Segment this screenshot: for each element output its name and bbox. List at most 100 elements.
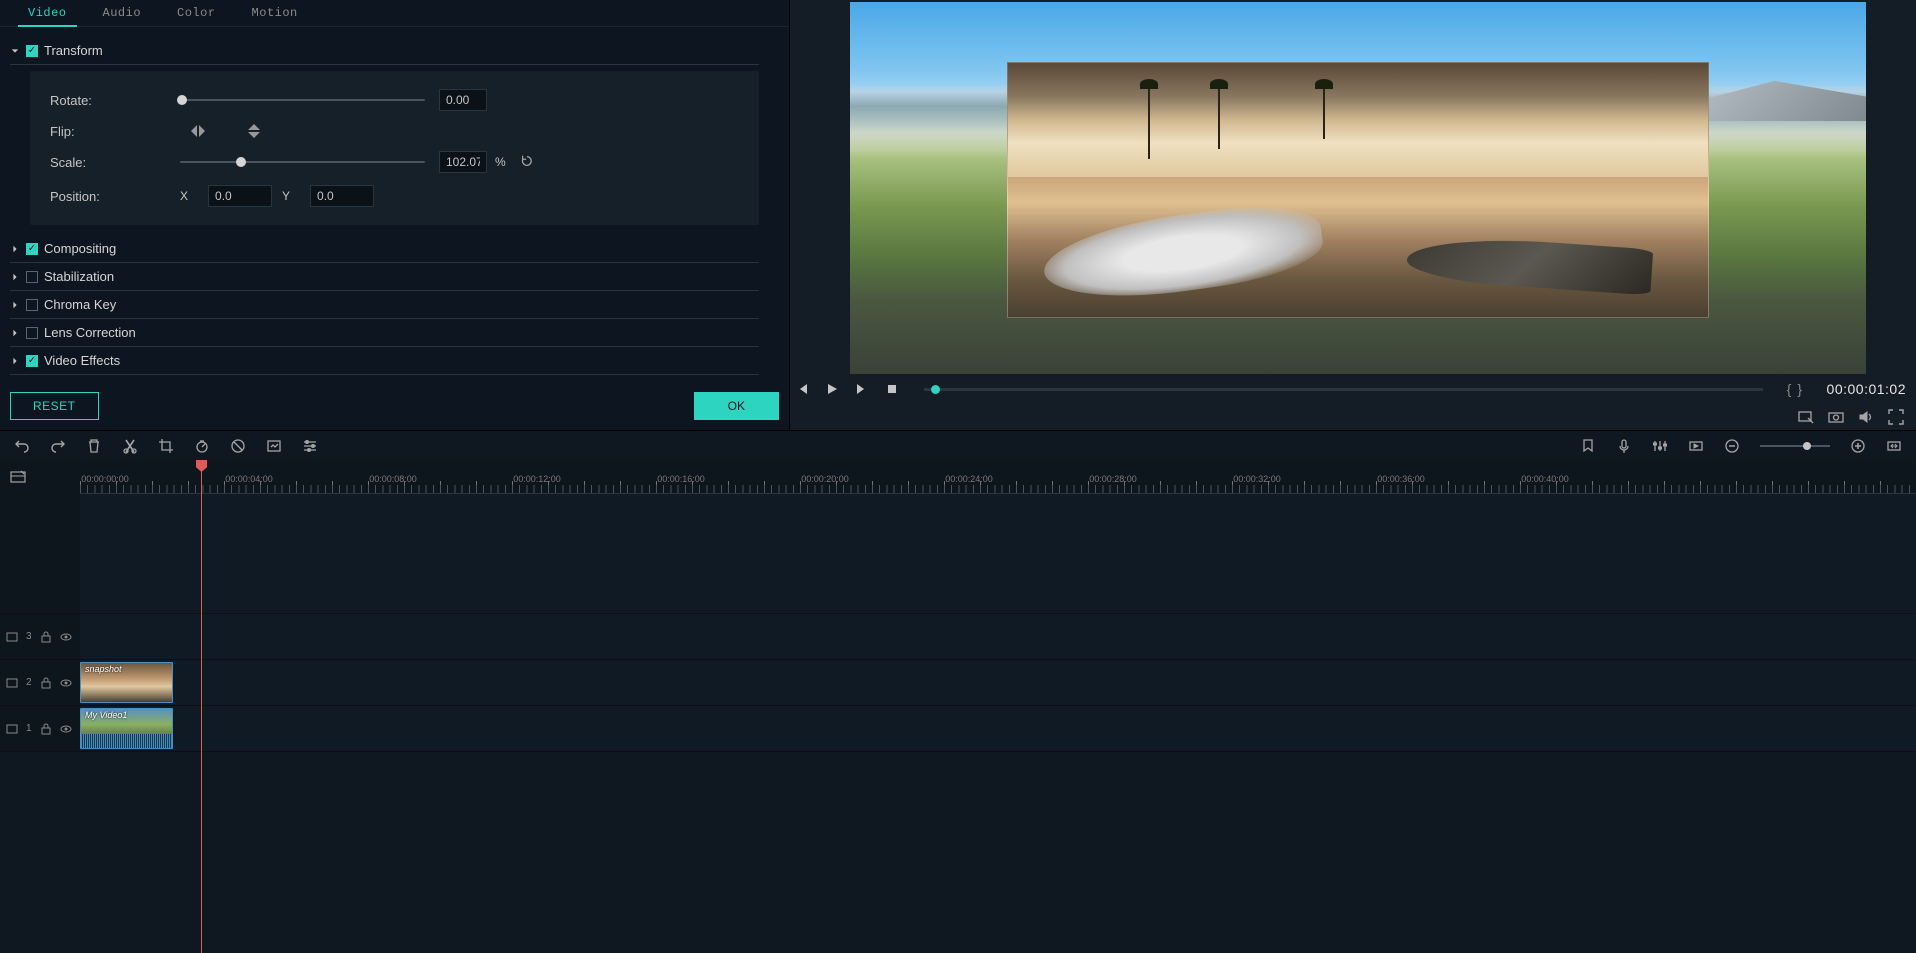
track-2-head: 2 [0,660,80,705]
record-voiceover-icon[interactable] [1616,438,1632,454]
eye-icon[interactable] [60,631,72,643]
crop-icon[interactable] [158,438,174,454]
display-settings-icon[interactable] [1798,409,1814,425]
flip-horizontal-icon[interactable] [190,123,206,139]
step-forward-icon[interactable] [854,381,870,397]
adjust-icon[interactable] [302,438,318,454]
timeline-toolbar [0,430,1916,460]
lock-icon[interactable] [40,723,52,735]
mark-out-icon[interactable]: } [1797,381,1802,397]
speed-icon[interactable] [194,438,210,454]
chevron-right-icon [10,272,20,282]
green-screen-icon[interactable] [266,438,282,454]
timeline: 00:00:00:0000:00:04:0000:00:08:0000:00:1… [0,460,1916,752]
section-stabilization-title: Stabilization [44,269,114,284]
checkbox-stabilization[interactable] [26,271,38,283]
eye-icon[interactable] [60,723,72,735]
checkbox-compositing[interactable] [26,243,38,255]
chevron-right-icon [10,300,20,310]
chevron-down-icon [10,46,20,56]
rotate-slider[interactable] [180,93,425,107]
marker-icon[interactable] [1580,438,1596,454]
step-back-icon[interactable] [794,381,810,397]
stop-icon[interactable] [884,381,900,397]
timeline-ruler[interactable]: 00:00:00:0000:00:04:0000:00:08:0000:00:1… [80,460,1916,494]
ruler-tick: 00:00:28:00 [1089,474,1137,484]
checkbox-transform[interactable] [26,45,38,57]
ok-button[interactable]: OK [694,392,779,420]
section-effects-title: Video Effects [44,353,120,368]
properties-tabs: Video Audio Color Motion [0,0,789,27]
tab-color[interactable]: Color [159,0,234,26]
lock-icon[interactable] [40,631,52,643]
section-effects-header[interactable]: Video Effects [10,347,759,375]
preview-canvas[interactable] [850,2,1866,374]
chevron-right-icon [10,244,20,254]
lock-icon[interactable] [40,677,52,689]
clip-myvideo1[interactable]: My Video1 [80,708,173,749]
section-stabilization-header[interactable]: Stabilization [10,263,759,291]
track-3-head: 3 [0,614,80,659]
rotate-input[interactable] [439,89,487,111]
undo-icon[interactable] [14,438,30,454]
play-icon[interactable] [824,381,840,397]
render-icon[interactable] [1688,438,1704,454]
video-track-icon [6,631,18,643]
track-area[interactable] [80,494,1916,613]
scale-input[interactable] [439,151,487,173]
transport-bar: { } 00:00:01:02 [790,374,1916,404]
scale-slider[interactable] [180,155,425,169]
zoom-fit-icon[interactable] [1886,438,1902,454]
chevron-right-icon [10,328,20,338]
ruler-tick: 00:00:24:00 [945,474,993,484]
clip-snapshot-label: snapshot [85,664,122,674]
ruler-tick: 00:00:08:00 [369,474,417,484]
checkbox-chroma[interactable] [26,299,38,311]
pos-y-input[interactable] [310,185,374,207]
section-transform-header[interactable]: Transform [10,37,759,65]
ruler-tick: 00:00:00:00 [81,474,129,484]
zoom-in-icon[interactable] [1850,438,1866,454]
redo-icon[interactable] [50,438,66,454]
preview-scrubber[interactable] [924,388,1763,391]
section-compositing-title: Compositing [44,241,116,256]
track-1-number: 1 [26,723,32,734]
rotate-label: Rotate: [50,93,180,108]
video-track-icon [6,677,18,689]
section-lens-header[interactable]: Lens Correction [10,319,759,347]
pos-x-input[interactable] [208,185,272,207]
snapshot-icon[interactable] [1828,409,1844,425]
fullscreen-icon[interactable] [1888,409,1904,425]
zoom-slider[interactable] [1760,445,1830,447]
reset-button[interactable]: RESET [10,392,99,420]
tab-video[interactable]: Video [10,0,85,26]
delete-icon[interactable] [86,438,102,454]
track-1-body[interactable]: My Video1 [80,706,1916,751]
volume-icon[interactable] [1858,409,1874,425]
checkbox-lens[interactable] [26,327,38,339]
color-icon[interactable] [230,438,246,454]
chevron-right-icon [10,356,20,366]
clip-snapshot[interactable]: snapshot [80,662,173,703]
mixer-icon[interactable] [1652,438,1668,454]
reset-scale-icon[interactable] [520,154,534,171]
timecode: 00:00:01:02 [1816,381,1906,397]
properties-panel: Video Audio Color Motion Transform Rotat… [0,0,790,430]
track-3-body[interactable] [80,614,1916,659]
mark-in-icon[interactable]: { [1787,381,1792,397]
flip-vertical-icon[interactable] [246,123,262,139]
track-2-body[interactable]: snapshot [80,660,1916,705]
tab-audio[interactable]: Audio [85,0,160,26]
timeline-options-icon[interactable] [0,460,80,494]
section-compositing-header[interactable]: Compositing [10,235,759,263]
section-transform-body: Rotate: Flip: Scale: [30,71,759,225]
section-transform-title: Transform [44,43,103,58]
checkbox-effects[interactable] [26,355,38,367]
eye-icon[interactable] [60,677,72,689]
section-chroma-header[interactable]: Chroma Key [10,291,759,319]
split-icon[interactable] [122,438,138,454]
playhead[interactable] [201,460,202,953]
tab-motion[interactable]: Motion [234,0,316,26]
zoom-out-icon[interactable] [1724,438,1740,454]
scale-label: Scale: [50,155,180,170]
